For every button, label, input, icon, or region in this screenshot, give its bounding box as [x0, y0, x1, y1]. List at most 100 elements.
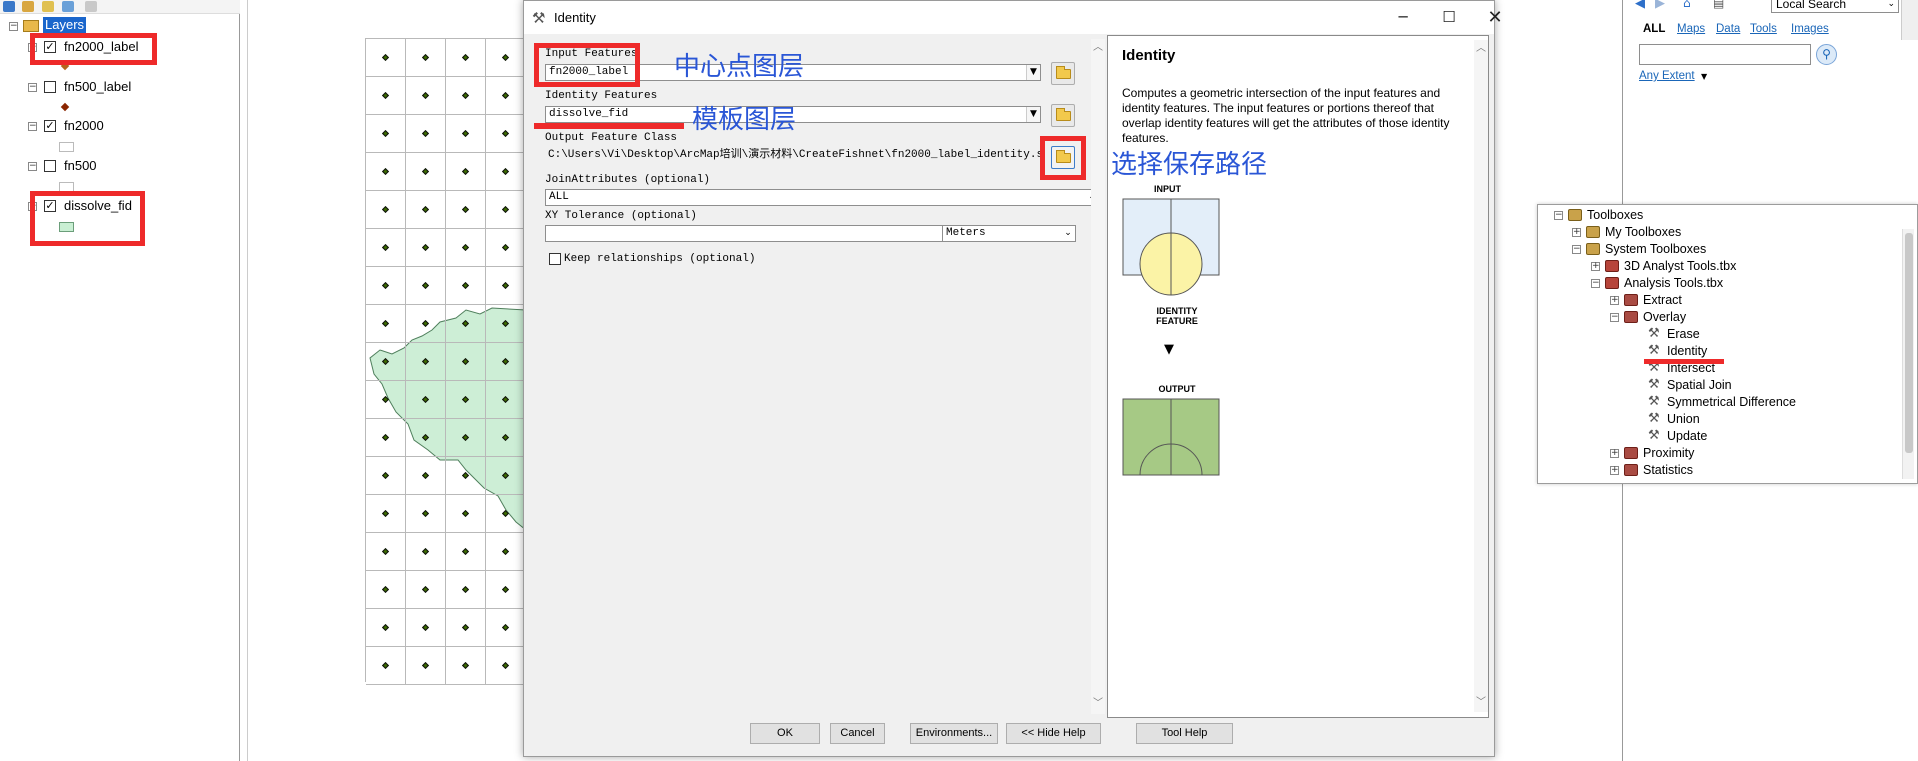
dialog-titlebar[interactable]: ⚒ Identity ─ ☐ ✕: [524, 1, 1503, 34]
tool-label: Symmetrical Difference: [1667, 395, 1796, 409]
list-by-selection-icon[interactable]: [62, 1, 74, 12]
scroll-up-icon[interactable]: ︿: [1091, 41, 1105, 55]
options-icon[interactable]: ▤: [1713, 0, 1724, 10]
layers-icon: [23, 20, 39, 32]
map-view[interactable]: [247, 0, 526, 761]
expand-icon[interactable]: +: [1610, 449, 1619, 458]
collapse-icon[interactable]: −: [1610, 313, 1619, 322]
collapse-icon[interactable]: −: [1572, 245, 1581, 254]
minimize-icon[interactable]: ─: [1380, 1, 1426, 34]
join-attributes-value: ALL: [549, 191, 569, 203]
hide-help-button[interactable]: << Hide Help: [1006, 723, 1101, 744]
layer-name[interactable]: fn500: [64, 157, 97, 175]
expand-icon[interactable]: +: [1610, 296, 1619, 305]
scrollbar-thumb[interactable]: [1905, 233, 1913, 453]
toolset-icon: [1624, 447, 1638, 459]
options-icon[interactable]: [85, 1, 97, 12]
table-of-contents: − Layers − ✓ fn2000_label − fn500_label …: [0, 0, 240, 761]
help-pane: Identity Computes a geometric intersecti…: [1107, 35, 1489, 718]
tool-label: Erase: [1667, 327, 1700, 341]
search-scope-select[interactable]: Local Search ⌄: [1771, 0, 1899, 13]
hammer-icon: ⚒: [1648, 377, 1660, 392]
side-tab[interactable]: [1901, 0, 1918, 40]
collapse-icon[interactable]: −: [28, 83, 37, 92]
parameters-scrollbar[interactable]: ︿ ﹀: [1091, 39, 1105, 714]
toolbox-scrollbar[interactable]: [1902, 229, 1914, 479]
tool-label: Union: [1667, 412, 1700, 426]
tab-data[interactable]: Data: [1716, 23, 1740, 35]
join-attributes-select[interactable]: ALL ⌄: [545, 189, 1100, 206]
maximize-icon[interactable]: ☐: [1426, 1, 1472, 34]
list-by-source-icon[interactable]: [22, 1, 34, 12]
home-icon[interactable]: ⌂: [1683, 0, 1691, 10]
statistics-label: Statistics: [1643, 463, 1694, 477]
chevron-down-icon[interactable]: ▼: [1701, 72, 1707, 81]
extract-label: Extract: [1643, 293, 1682, 307]
help-scrollbar[interactable]: ︿ ﹀: [1474, 40, 1488, 712]
search-input[interactable]: [1639, 44, 1811, 65]
expand-icon[interactable]: +: [1572, 228, 1581, 237]
scroll-down-icon[interactable]: ﹀: [1091, 697, 1105, 711]
chevron-down-icon[interactable]: ▼: [1026, 65, 1040, 80]
system-toolboxes-label: System Toolboxes: [1605, 242, 1707, 256]
my-toolboxes-label: My Toolboxes: [1605, 225, 1682, 239]
keep-relationships-label[interactable]: Keep relationships (optional): [564, 253, 755, 265]
input-caption: INPUT: [1154, 184, 1181, 194]
chevron-down-icon[interactable]: ⌄: [1061, 226, 1075, 241]
environments-button[interactable]: Environments...: [910, 723, 998, 744]
tool-label: Update: [1667, 429, 1708, 443]
layers-root-label: Layers: [43, 17, 87, 33]
identity-caption-2: FEATURE: [1156, 316, 1198, 326]
browse-input-button[interactable]: [1051, 62, 1075, 85]
tab-images[interactable]: Images: [1791, 23, 1829, 35]
collapse-icon[interactable]: −: [1554, 211, 1563, 220]
layer-visibility-checkbox[interactable]: [44, 81, 56, 93]
any-extent-link[interactable]: Any Extent: [1639, 70, 1695, 82]
hammer-icon: ⚒: [1648, 428, 1660, 443]
hammer-icon: ⚒: [1648, 343, 1660, 358]
tool-help-button[interactable]: Tool Help: [1136, 723, 1233, 744]
fishnet-grid: [365, 38, 526, 685]
tab-tools[interactable]: Tools: [1750, 23, 1777, 35]
layer-visibility-checkbox[interactable]: [44, 160, 56, 172]
collapse-icon[interactable]: −: [28, 162, 37, 171]
identity-caption-1: IDENTITY: [1156, 306, 1198, 316]
cancel-button[interactable]: Cancel: [830, 723, 885, 744]
collapse-icon[interactable]: −: [9, 22, 18, 31]
layer-visibility-checkbox[interactable]: ✓: [44, 120, 56, 132]
expand-icon[interactable]: +: [1610, 466, 1619, 475]
chevron-down-icon[interactable]: ⌄: [1887, 0, 1895, 12]
search-icon[interactable]: ⚲: [1816, 44, 1837, 65]
keep-relationships-checkbox[interactable]: [549, 253, 561, 265]
tab-all[interactable]: ALL: [1643, 23, 1665, 35]
xy-tolerance-input[interactable]: [545, 225, 951, 242]
list-by-drawing-order-icon[interactable]: [3, 1, 15, 12]
chevron-down-icon[interactable]: ▼: [1026, 107, 1040, 122]
tab-maps[interactable]: Maps: [1677, 23, 1705, 35]
collapse-icon[interactable]: −: [28, 122, 37, 131]
toolbox-icon: [1586, 226, 1600, 238]
scroll-up-icon[interactable]: ︿: [1474, 42, 1488, 56]
expand-icon[interactable]: +: [1591, 262, 1600, 271]
ok-button[interactable]: OK: [750, 723, 820, 744]
back-icon[interactable]: ◀: [1635, 0, 1645, 11]
layer-name[interactable]: fn500_label: [64, 78, 131, 96]
layer-name[interactable]: fn2000: [64, 117, 104, 135]
xy-unit-select[interactable]: Meters ⌄: [942, 225, 1076, 242]
collapse-icon[interactable]: −: [1591, 279, 1600, 288]
output-annotation: 选择保存路径: [1111, 150, 1268, 180]
highlight-box: [1040, 136, 1086, 180]
toolboxes-label: Toolboxes: [1587, 208, 1644, 222]
close-icon[interactable]: ✕: [1472, 1, 1518, 34]
toolbox-icon: [1605, 277, 1619, 289]
hammer-icon: ⚒: [1648, 411, 1660, 426]
list-by-visibility-icon[interactable]: [42, 1, 54, 12]
output-feature-class-field[interactable]: C:\Users\Vi\Desktop\ArcMap培训\演示材料\Create…: [545, 148, 1041, 165]
folder-icon: [1056, 108, 1071, 121]
forward-icon[interactable]: ▶: [1655, 0, 1665, 11]
highlight-box: [534, 43, 640, 87]
scroll-down-icon[interactable]: ﹀: [1474, 696, 1488, 710]
browse-identity-button[interactable]: [1051, 104, 1075, 127]
identity-annotation: 模板图层: [692, 105, 797, 135]
highlight-underline: [1644, 359, 1724, 364]
